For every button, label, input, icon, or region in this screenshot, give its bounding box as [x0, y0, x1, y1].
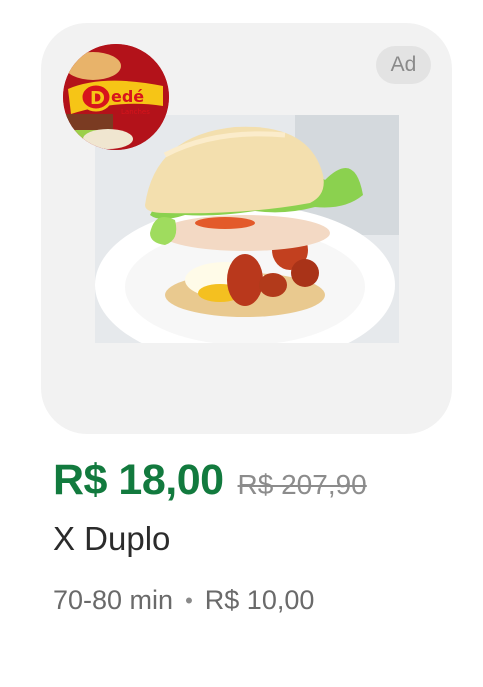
separator-dot: • [185, 587, 193, 613]
delivery-fee: R$ 10,00 [204, 585, 315, 615]
svg-text:Lanches: Lanches [121, 108, 150, 116]
price-row: R$ 18,00 R$ 207,90 [53, 456, 367, 510]
current-price: R$ 18,00 [53, 456, 224, 504]
svg-text:edé: edé [111, 87, 144, 106]
delivery-time: 70-80 min [53, 585, 174, 615]
product-name[interactable]: X Duplo [53, 520, 170, 558]
ad-badge: Ad [376, 46, 431, 84]
original-price: R$ 207,90 [237, 469, 367, 500]
burger-photo [95, 115, 399, 343]
restaurant-logo: D edé Lanches [63, 44, 169, 150]
svg-text:D: D [90, 88, 105, 109]
delivery-info: 70-80 min • R$ 10,00 [53, 585, 314, 616]
product-card[interactable]: D edé Lanches Ad R$ 18,00 R$ 207,90 X Du… [0, 0, 483, 687]
